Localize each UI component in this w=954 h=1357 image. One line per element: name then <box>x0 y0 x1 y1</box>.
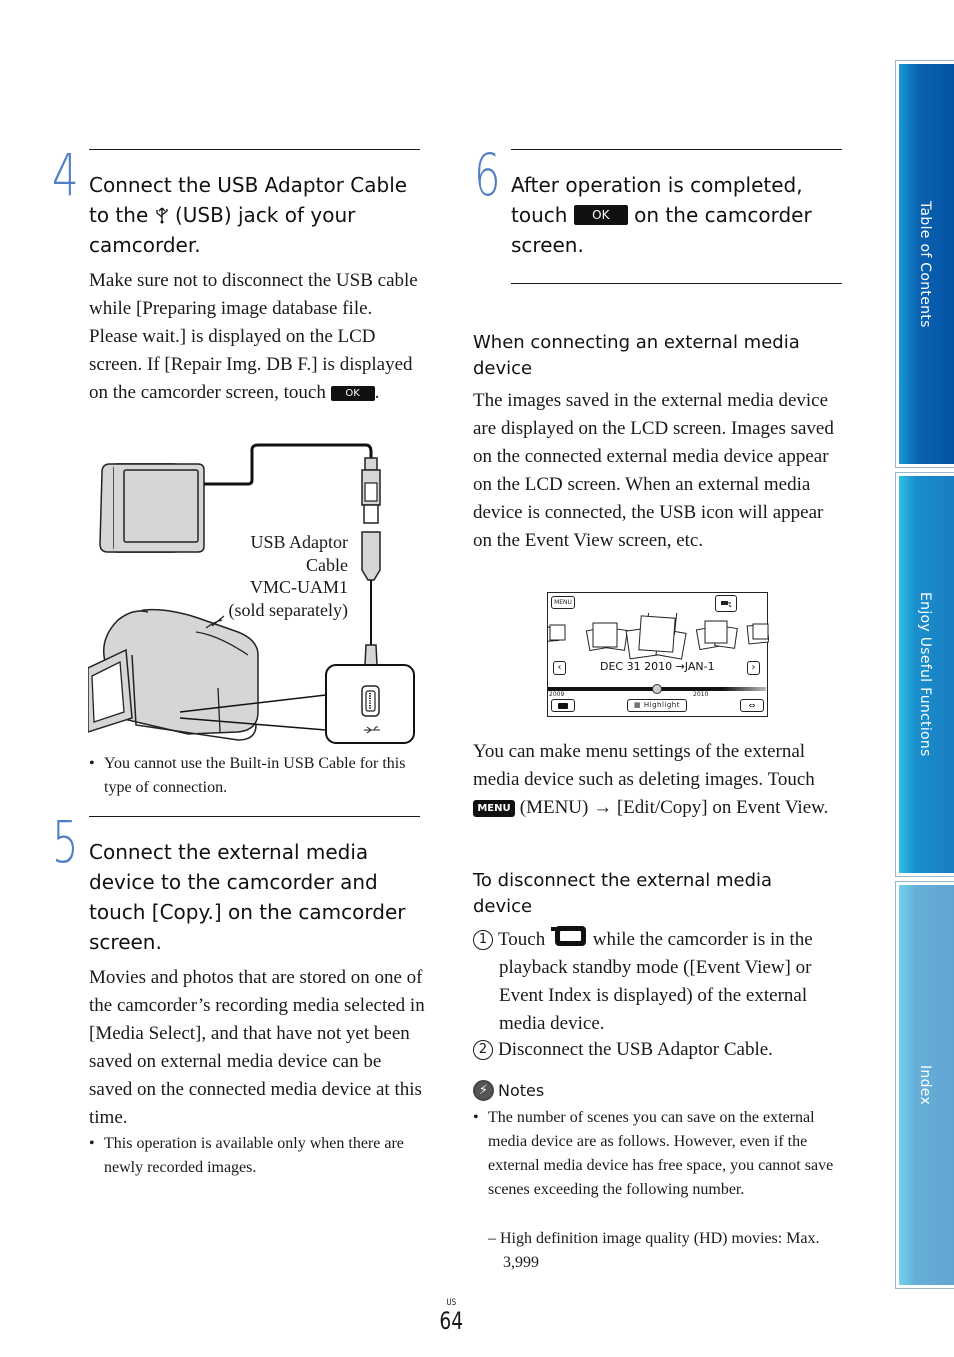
event-view-screen: MENU ‹ DEC 31 2010 →JAN-1 › 2009 2010 ▦ … <box>547 592 769 717</box>
previous-button: ‹ <box>553 661 566 675</box>
step-4-body-text: Make sure not to disconnect the USB cabl… <box>89 270 418 403</box>
adaptor-cable-label: USB Adaptor Cable VMC-UAM1 (sold separat… <box>229 531 348 621</box>
menu-text-1: You can make menu settings of the extern… <box>473 741 815 790</box>
next-button: › <box>747 661 760 675</box>
step-5-body: Movies and photos that are stored on one… <box>89 967 425 1128</box>
tab-enjoy-useful-functions[interactable]: Enjoy Useful Functions <box>895 472 954 877</box>
timeline-year-left: 2009 <box>549 691 565 698</box>
step-4-number: 4 <box>52 141 79 209</box>
step-6-bottom-divider <box>511 283 842 284</box>
step-4-body-end: . <box>374 382 380 403</box>
usb-plug-illustration <box>361 457 381 524</box>
usb-device-icon <box>721 601 732 608</box>
camera-icon <box>558 703 568 709</box>
notes-heading: ⚡ Notes <box>473 1080 544 1101</box>
step-6-title: After operation is completed, touch OK o… <box>511 170 841 260</box>
change-size-button: ⇔ <box>740 699 764 712</box>
usb-jack-closeup <box>325 664 415 744</box>
page-number-value: 64 <box>439 1307 464 1335</box>
usb-adaptor-illustration <box>361 531 381 678</box>
notes-lightning-icon: ⚡ <box>473 1080 494 1101</box>
highlight-icon: ▦ <box>634 701 642 709</box>
highlight-label: Highlight <box>643 701 680 709</box>
notes-bullet: The number of scenes you can save on the… <box>473 1106 845 1202</box>
step-2-text: Disconnect the USB Adaptor Cable. <box>498 1039 773 1060</box>
step-4-body: Make sure not to disconnect the USB cabl… <box>89 267 419 407</box>
menu-text-2: (MENU) <box>515 797 594 818</box>
tab-index[interactable]: Index <box>895 881 954 1289</box>
step-5-number: 5 <box>52 808 79 876</box>
disconnect-step-2: 2 Disconnect the USB Adaptor Cable. <box>473 1036 845 1064</box>
tab-label: Index <box>917 1064 933 1106</box>
label-line: USB Adaptor <box>250 532 348 552</box>
step-1-text: Touch <box>498 929 550 950</box>
menu-button: MENU <box>551 596 575 609</box>
disconnect-heading: To disconnect the external media device <box>473 870 773 917</box>
ok-button-icon: OK <box>573 205 628 225</box>
notes-sub-item: – High definition image quality (HD) mov… <box>488 1230 820 1271</box>
page-number: US 64 <box>436 1298 467 1334</box>
usb-connection-diagram: USB Adaptor Cable VMC-UAM1 (sold separat… <box>87 440 418 755</box>
step-5-title: Connect the external media device to the… <box>89 840 406 954</box>
label-line: Cable <box>306 554 348 575</box>
event-date-range: DEC 31 2010 →JAN-1 <box>600 660 715 673</box>
menu-settings-text: You can make menu settings of the extern… <box>473 738 845 822</box>
step-5-bullet: This operation is available only when th… <box>89 1132 424 1180</box>
usb-icon <box>155 207 168 224</box>
usb-media-button <box>715 595 737 612</box>
menu-button-icon: MENU <box>473 800 515 817</box>
timeline-year-right: 2010 <box>693 691 709 698</box>
ok-button-icon: OK <box>330 386 375 401</box>
step-6-divider <box>511 149 842 150</box>
timeline-cursor <box>652 684 662 694</box>
camcorder-illustration <box>87 608 259 741</box>
playback-camera-icon <box>550 926 586 946</box>
tab-label: Table of Contents <box>917 200 933 328</box>
step-2-circle-number: 2 <box>473 1040 493 1060</box>
step-1-circle-number: 1 <box>473 930 493 950</box>
tab-table-of-contents[interactable]: Table of Contents <box>895 60 954 468</box>
external-media-body: The images saved in the external media d… <box>473 390 834 551</box>
playback-mode-button <box>551 699 575 712</box>
label-line: VMC-UAM1 <box>249 577 348 597</box>
highlight-button: ▦ Highlight <box>627 699 687 712</box>
menu-text-3: [Edit/Copy] on Event View. <box>612 797 829 818</box>
label-line: (sold separately) <box>228 599 348 620</box>
external-media-heading: When connecting an external media device <box>473 332 800 379</box>
step-5-divider <box>89 816 420 817</box>
external-media-device-illustration <box>99 463 205 553</box>
arrow-icon: → <box>593 797 613 818</box>
disconnect-step-1: 1 Touch while the camcorder is in the pla… <box>473 925 845 1038</box>
step-6-number: 6 <box>474 141 501 209</box>
step-4-bullet: You cannot use the Built-in USB Cable fo… <box>89 752 424 800</box>
tab-label: Enjoy Useful Functions <box>917 592 933 757</box>
step-4-divider <box>89 149 420 150</box>
notes-label: Notes <box>498 1081 545 1100</box>
step-4-title: Connect the USB Adaptor Cable to the (US… <box>89 170 424 260</box>
